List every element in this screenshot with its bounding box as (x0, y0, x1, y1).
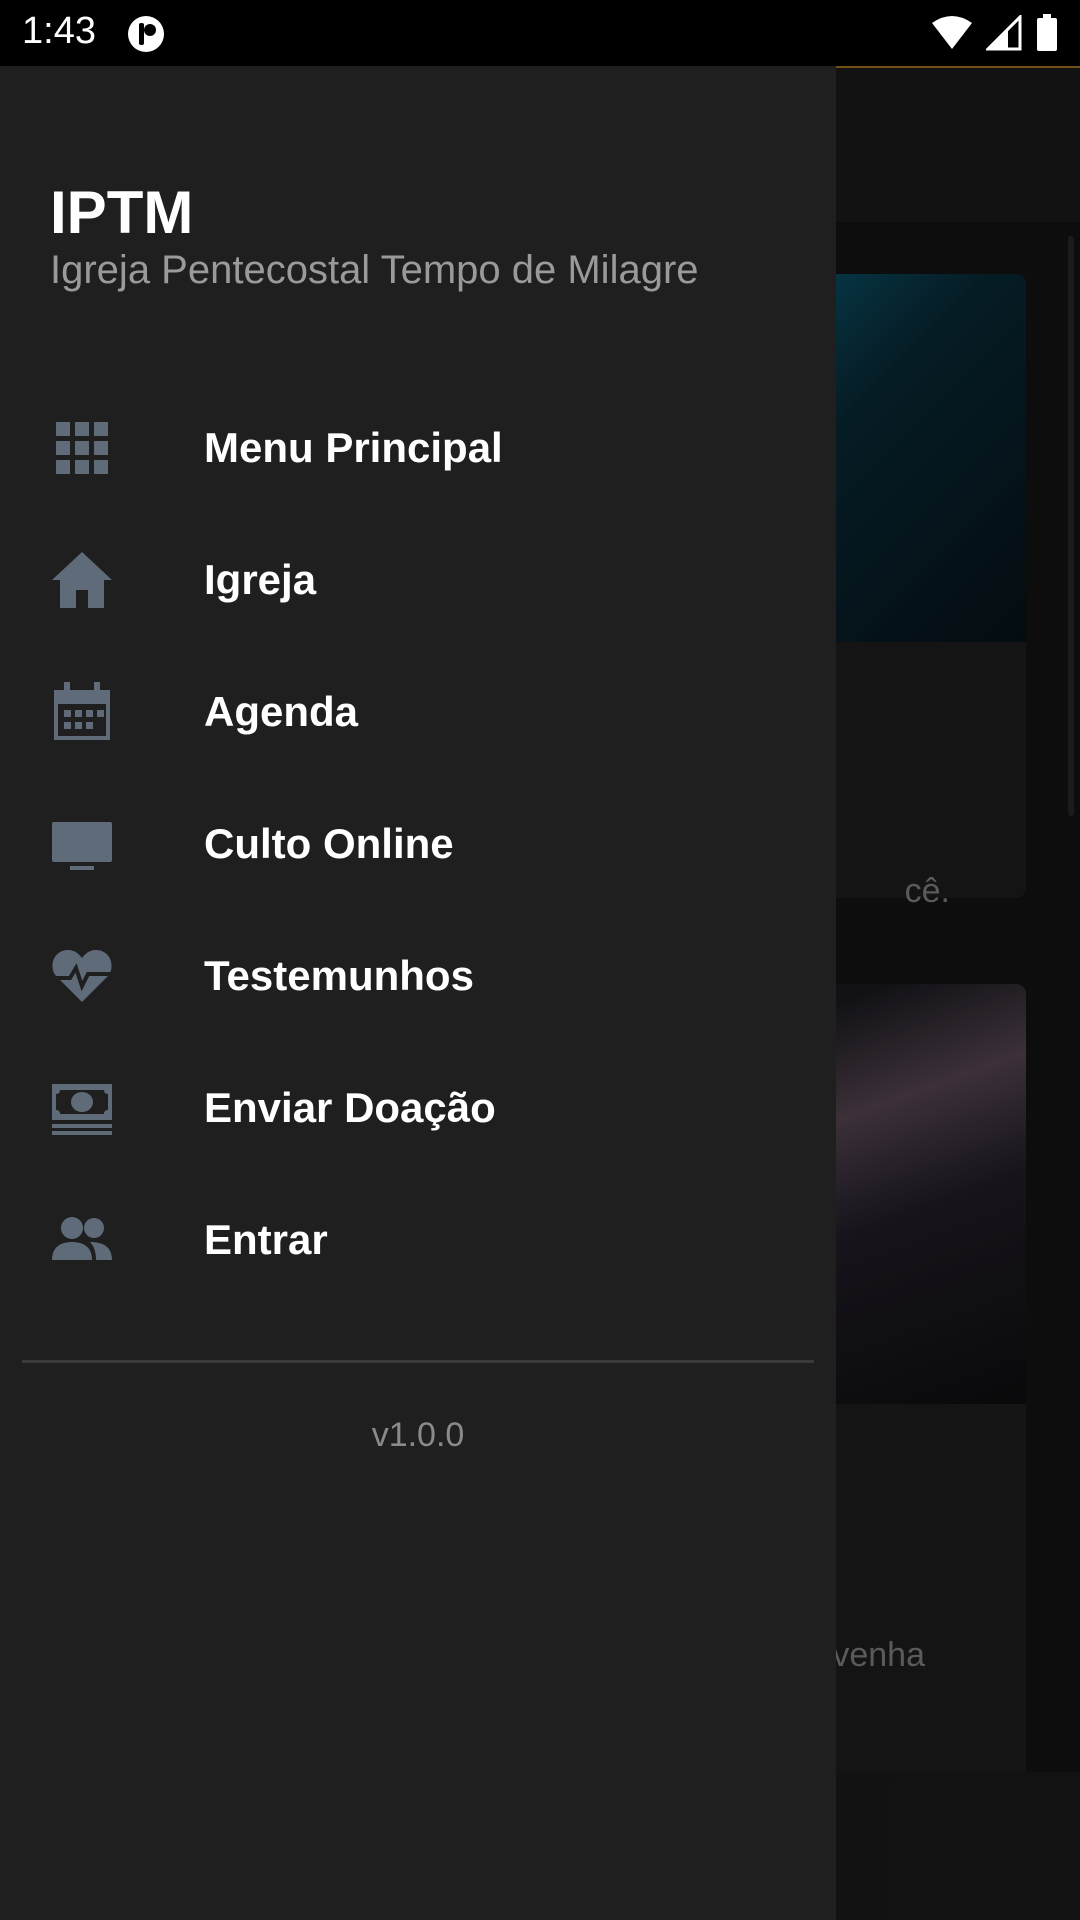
menu-item-enviar-doacao[interactable]: Enviar Doação (0, 1042, 836, 1174)
drawer-title: IPTM (50, 179, 194, 246)
menu-item-label: Agenda (204, 688, 359, 735)
menu-item-label: Menu Principal (204, 424, 503, 471)
heartbeat-icon (50, 944, 114, 1008)
wifi-icon (932, 15, 972, 56)
signal-icon (984, 13, 1022, 56)
drawer-menu: Menu Principal Igreja Agenda Culto Onlin… (0, 382, 836, 1306)
money-icon (50, 1076, 114, 1140)
app-notification-icon (126, 14, 166, 54)
menu-item-label: Testemunhos (204, 952, 474, 999)
menu-item-igreja[interactable]: Igreja (0, 514, 836, 646)
navigation-drawer: IPTM Igreja Pentecostal Tempo de Milagre… (0, 66, 836, 1920)
status-time: 1:43 (22, 10, 96, 52)
grid-icon (50, 416, 114, 480)
users-icon (50, 1208, 114, 1272)
menu-item-testemunhos[interactable]: Testemunhos (0, 910, 836, 1042)
menu-item-culto-online[interactable]: Culto Online (0, 778, 836, 910)
calendar-icon (50, 680, 114, 744)
menu-item-label: Culto Online (204, 820, 454, 867)
menu-item-agenda[interactable]: Agenda (0, 646, 836, 778)
home-icon (50, 548, 114, 612)
divider (22, 1360, 814, 1363)
drawer-subtitle: Igreja Pentecostal Tempo de Milagre (50, 248, 699, 292)
menu-item-label: Enviar Doação (204, 1084, 496, 1131)
status-bar: 1:43 (0, 0, 1080, 66)
menu-item-label: Entrar (204, 1216, 328, 1263)
menu-item-label: Igreja (204, 556, 317, 603)
menu-item-menu-principal[interactable]: Menu Principal (0, 382, 836, 514)
battery-icon (1036, 14, 1058, 57)
version-label: v1.0.0 (371, 1416, 465, 1454)
menu-item-entrar[interactable]: Entrar (0, 1174, 836, 1306)
status-icons (932, 13, 1058, 57)
tv-icon (50, 812, 114, 876)
